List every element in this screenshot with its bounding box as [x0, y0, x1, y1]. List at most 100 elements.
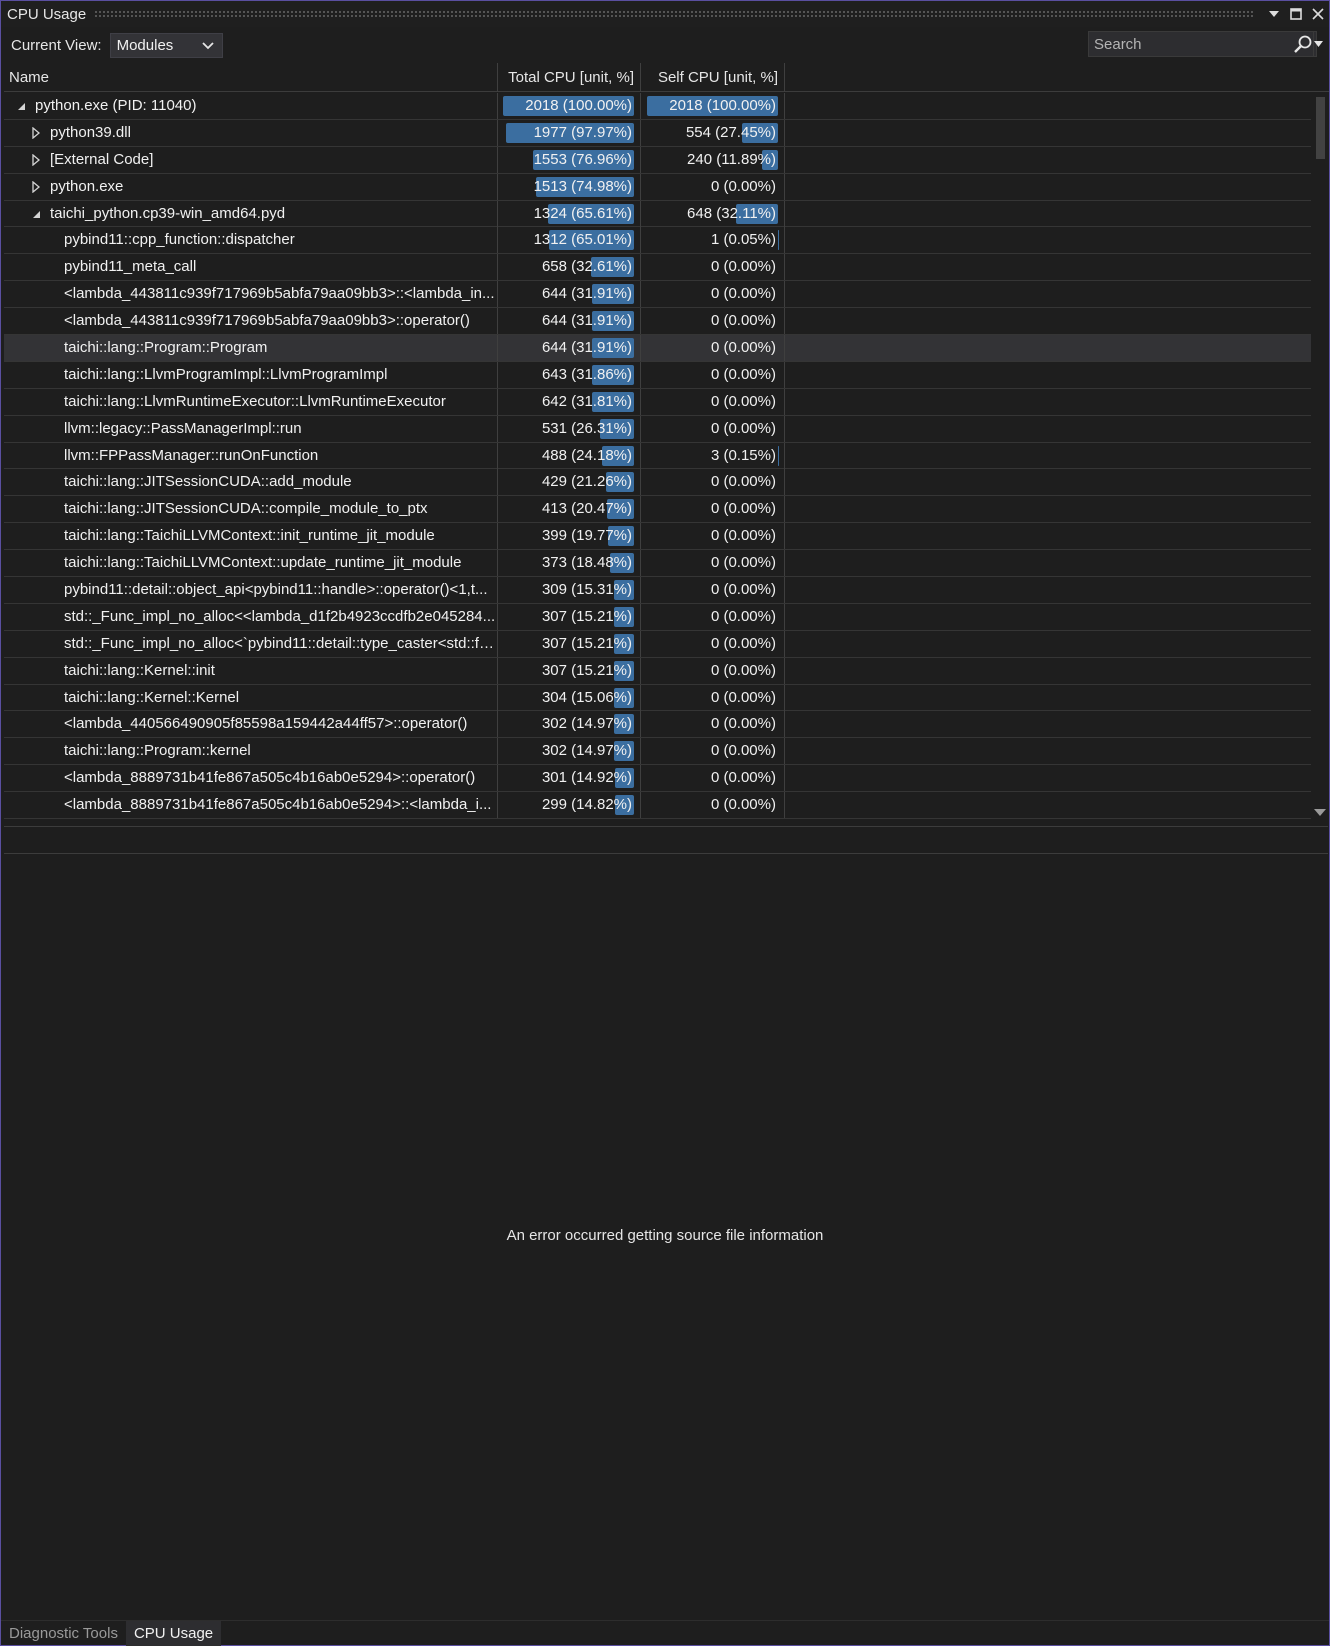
row-self-cpu-cell: 1 (0.05%) [641, 227, 785, 254]
row-self-cpu-cell: 0 (0.00%) [641, 388, 785, 415]
self-cpu-value: 0 (0.00%) [710, 634, 776, 652]
scrollbar-thumb[interactable] [1316, 97, 1325, 159]
row-total-cpu-cell: 373 (18.48%) [498, 550, 641, 577]
row-total-cpu-cell: 299 (14.82%) [498, 792, 641, 819]
source-error-message: An error occurred getting source file in… [506, 1227, 824, 1244]
total-cpu-value: 1513 (74.98%) [533, 177, 632, 195]
row-self-cpu-cell: 0 (0.00%) [641, 630, 785, 657]
table-row[interactable]: python39.dll 1977 (97.97%) 554 (27.45%) [4, 119, 1311, 147]
self-cpu-value: 0 (0.00%) [710, 312, 776, 330]
total-cpu-value: 488 (24.18%) [541, 446, 632, 464]
self-cpu-value: 0 (0.00%) [710, 581, 776, 599]
table-row[interactable]: pybind11::cpp_function::dispatcher 1312 (… [4, 227, 1311, 255]
row-name-label: <lambda_443811c939f717969b5abfa79aa09bb3… [64, 312, 470, 330]
table-row[interactable]: python.exe 1513 (74.98%) 0 (0.00%) [4, 173, 1311, 201]
self-cpu-value: 0 (0.00%) [710, 607, 776, 625]
expand-icon[interactable] [31, 180, 41, 194]
row-name-label: taichi::lang::LlvmRuntimeExecutor::LlvmR… [64, 392, 446, 410]
table-row[interactable]: taichi::lang::JITSessionCUDA::add_module… [4, 469, 1311, 497]
row-name-cell: pybind11::cpp_function::dispatcher [4, 227, 498, 254]
table-row[interactable]: taichi_python.cp39-win_amd64.pyd 1324 (65… [4, 200, 1311, 228]
row-name-cell: <lambda_443811c939f717969b5abfa79aa09bb3… [4, 308, 498, 335]
row-name-cell: taichi::lang::JITSessionCUDA::add_module [4, 469, 498, 496]
row-name-label: taichi::lang::TaichiLLVMContext::init_ru… [64, 527, 435, 545]
table-row[interactable]: taichi::lang::LlvmRuntimeExecutor::LlvmR… [4, 388, 1311, 416]
row-total-cpu-cell: 307 (15.21%) [498, 630, 641, 657]
bottom-tab-bar: Diagnostic Tools CPU Usage [1, 1620, 1329, 1646]
table-row[interactable]: std::_Func_impl_no_alloc<<lambda_d1f2b49… [4, 603, 1311, 631]
row-name-cell: taichi::lang::Kernel::Kernel [4, 684, 498, 711]
tab-cpu-usage[interactable]: CPU Usage [125, 1621, 222, 1646]
table-row[interactable]: pybind11_meta_call 658 (32.61%) 0 (0.00%) [4, 254, 1311, 282]
total-cpu-value: 2018 (100.00%) [525, 97, 632, 114]
self-cpu-value: 648 (32.11%) [687, 204, 776, 222]
row-name-cell: python39.dll [4, 119, 498, 146]
row-total-cpu-cell: 307 (15.21%) [498, 657, 641, 684]
row-name-cell: taichi::lang::LlvmRuntimeExecutor::LlvmR… [4, 388, 498, 415]
table-row[interactable]: taichi::lang::LlvmProgramImpl::LlvmProgr… [4, 361, 1311, 389]
maximize-icon[interactable] [1285, 3, 1307, 25]
row-total-cpu-cell: 644 (31.91%) [498, 308, 641, 335]
table-row[interactable]: llvm::legacy::PassManagerImpl::run 531 (2… [4, 415, 1311, 443]
search-options-dropdown-icon[interactable] [1313, 32, 1323, 56]
table-row[interactable]: taichi::lang::TaichiLLVMContext::init_ru… [4, 523, 1311, 551]
table-row[interactable]: <lambda_443811c939f717969b5abfa79aa09bb3… [4, 281, 1311, 309]
row-name-label: pybind11::cpp_function::dispatcher [64, 231, 295, 249]
collapse-icon[interactable] [31, 209, 41, 219]
column-header-name[interactable]: Name [4, 63, 498, 92]
row-total-cpu-cell: 302 (14.97%) [498, 711, 641, 738]
window-menu-dropdown-icon[interactable] [1263, 3, 1285, 25]
table-row[interactable]: taichi::lang::Kernel::Kernel 304 (15.06%)… [4, 684, 1311, 712]
current-view-dropdown[interactable]: Modules [109, 32, 223, 58]
table-row[interactable]: pybind11::detail::object_api<pybind11::h… [4, 577, 1311, 604]
row-self-cpu-cell: 0 (0.00%) [641, 738, 785, 765]
current-view-label: Current View: [11, 36, 102, 54]
grid-header: Name Total CPU [unit, %] Self CPU [unit,… [4, 63, 1329, 110]
row-name-cell: llvm::legacy::PassManagerImpl::run [4, 415, 498, 442]
table-row[interactable]: std::_Func_impl_no_alloc<`pybind11::deta… [4, 630, 1311, 658]
self-cpu-value: 0 (0.00%) [710, 500, 776, 518]
table-row[interactable]: <lambda_440566490905f85598a159442a44ff57… [4, 711, 1311, 739]
expand-icon[interactable] [31, 126, 41, 140]
self-cpu-value: 0 (0.00%) [710, 285, 776, 303]
title-drag-grip[interactable] [94, 10, 1253, 18]
table-row[interactable]: python.exe (PID: 11040) 2018 (100.00%) 201… [4, 93, 1311, 120]
row-total-cpu-cell: 307 (15.21%) [498, 603, 641, 630]
table-row[interactable]: taichi::lang::Program::kernel 302 (14.97%… [4, 738, 1311, 766]
table-row[interactable]: <lambda_8889731b41fe867a505c4b16ab0e5294… [4, 792, 1311, 820]
collapse-icon[interactable] [16, 101, 26, 111]
table-row[interactable]: taichi::lang::Program::Program 644 (31.91… [4, 335, 1311, 362]
self-cpu-value: 0 (0.00%) [710, 419, 776, 437]
row-name-label: <lambda_8889731b41fe867a505c4b16ab0e5294… [64, 796, 492, 814]
total-cpu-value: 1977 (97.97%) [533, 123, 632, 141]
column-header-self-cpu[interactable]: Self CPU [unit, %] [641, 63, 785, 92]
scroll-down-icon[interactable] [1314, 809, 1326, 816]
current-view-value: Modules [116, 36, 174, 54]
table-row[interactable]: <lambda_443811c939f717969b5abfa79aa09bb3… [4, 308, 1311, 336]
table-row[interactable]: taichi::lang::Kernel::init 307 (15.21%) 0 … [4, 657, 1311, 685]
row-self-cpu-cell: 0 (0.00%) [641, 684, 785, 711]
row-name-cell: taichi::lang::Kernel::init [4, 657, 498, 684]
search-input[interactable] [1089, 32, 1293, 56]
table-row[interactable]: <lambda_8889731b41fe867a505c4b16ab0e5294… [4, 765, 1311, 793]
row-total-cpu-cell: 488 (24.18%) [498, 442, 641, 469]
expand-icon[interactable] [31, 153, 41, 167]
row-total-cpu-cell: 1553 (76.96%) [498, 146, 641, 173]
tab-diagnostic-tools[interactable]: Diagnostic Tools [1, 1621, 126, 1646]
total-cpu-value: 643 (31.86%) [541, 365, 632, 383]
row-total-cpu-cell: 302 (14.97%) [498, 738, 641, 765]
table-row[interactable]: llvm::FPPassManager::runOnFunction 488 (2… [4, 442, 1311, 470]
self-cpu-value: 0 (0.00%) [710, 258, 776, 276]
table-row[interactable]: [External Code] 1553 (76.96%) 240 (11.89%) [4, 146, 1311, 174]
total-cpu-value: 531 (26.31%) [541, 419, 632, 437]
table-row[interactable]: taichi::lang::JITSessionCUDA::compile_mo… [4, 496, 1311, 524]
row-self-cpu-cell: 0 (0.00%) [641, 792, 785, 819]
table-row[interactable]: taichi::lang::TaichiLLVMContext::update_… [4, 550, 1311, 578]
search-icon[interactable] [1293, 33, 1313, 55]
close-icon[interactable] [1307, 3, 1329, 25]
vertical-scrollbar[interactable] [1311, 93, 1329, 820]
panel-splitter[interactable] [4, 826, 1328, 854]
column-header-total-cpu[interactable]: Total CPU [unit, %] [498, 63, 641, 110]
total-cpu-value: 642 (31.81%) [541, 392, 632, 410]
window-title: CPU Usage [7, 5, 87, 23]
